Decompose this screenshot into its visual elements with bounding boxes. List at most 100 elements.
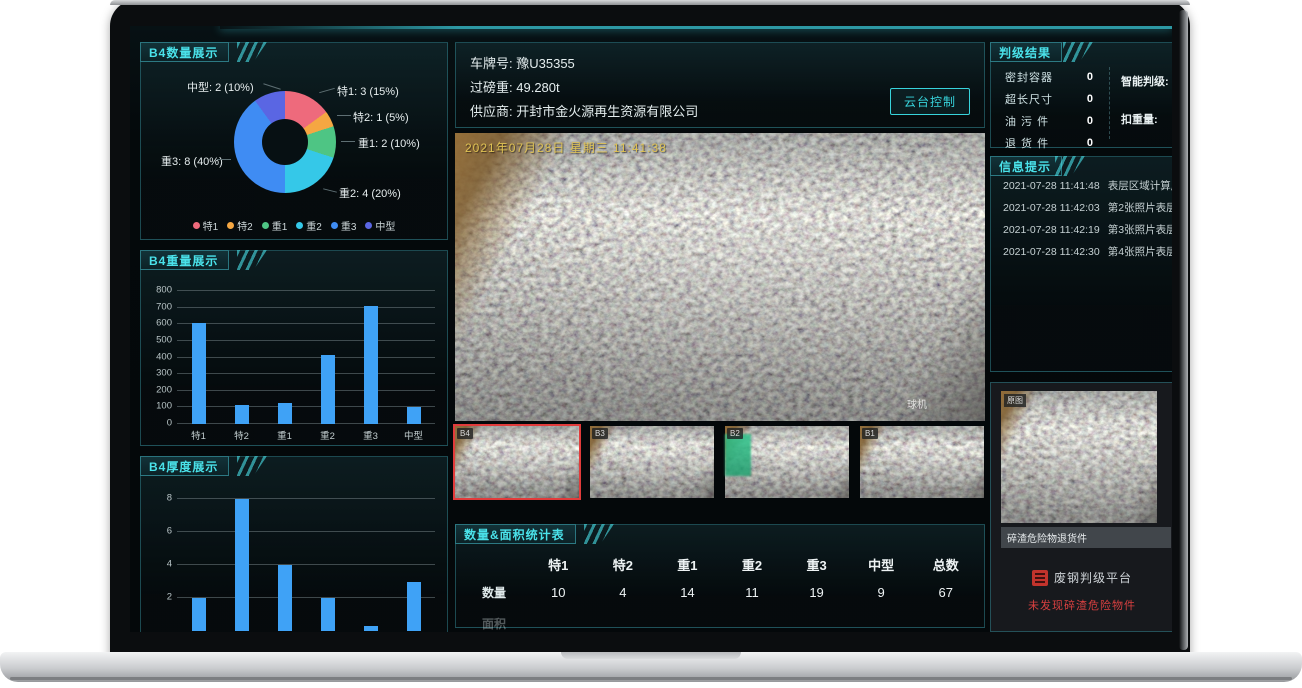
vehicle-supplier-row: 供应商: 开封市金火源再生资源有限公司	[470, 101, 698, 120]
quantity-donut-chart	[234, 91, 336, 193]
panel-title-decoration	[237, 42, 267, 62]
table-cell: 4	[591, 585, 656, 600]
donut-callout-zhong1: 重1: 2 (10%)	[358, 135, 420, 151]
table-cell: 19	[784, 585, 849, 600]
table-cell: 67	[913, 585, 978, 600]
y-tick-label: 700	[156, 301, 172, 312]
callout-line	[263, 83, 280, 90]
callout-line	[319, 88, 335, 93]
bar	[235, 405, 249, 424]
legend-dot-icon	[365, 222, 372, 229]
legend-label: 重3	[341, 218, 357, 233]
x-axis-labels: 特1特2重1重2重3中型	[177, 428, 435, 442]
thumbnail-image	[455, 426, 579, 498]
table-cell: 特2	[591, 555, 656, 574]
grading-row: 超长尺寸0	[1005, 91, 1093, 107]
thumbnail-badge: B3	[592, 428, 608, 439]
bar	[364, 306, 378, 424]
x-tick-label: 特2	[227, 428, 257, 442]
row-label: 数量	[462, 584, 526, 601]
stats-table-panel: 数量&面积统计表 特1特2重1重2重3中型总数数量104141119967面积	[455, 524, 985, 628]
grading-value: 0	[1067, 115, 1093, 127]
panel-title-decoration	[237, 456, 267, 476]
thumbnail-b2[interactable]: B2	[725, 426, 849, 498]
log-entry: 2021-07-28 11:42:03第2张照片表层开始计算	[1003, 197, 1172, 219]
y-tick-label: 100	[156, 401, 172, 412]
greenscreen-patch	[725, 434, 751, 476]
legend-item[interactable]: 重1	[262, 218, 288, 233]
x-tick-label: 重3	[356, 428, 386, 442]
thickness-panel: B4厚度展示 2468	[140, 456, 448, 632]
table-cell: 10	[526, 585, 591, 600]
thumbnail-b3[interactable]: B3	[590, 426, 714, 498]
table-cell: 14	[655, 585, 720, 600]
bar	[192, 598, 206, 631]
callout-line	[323, 188, 337, 192]
thumbnail-b1[interactable]: B1	[860, 426, 984, 498]
photo-shading	[455, 133, 985, 421]
grading-value: 0	[1067, 93, 1093, 105]
y-tick-label: 800	[156, 285, 172, 296]
grading-label: 油 污 件	[1005, 113, 1067, 129]
thumbnail-badge: B1	[862, 428, 878, 439]
y-tick-label: 300	[156, 368, 172, 379]
y-tick-label: 6	[167, 526, 172, 537]
vehicle-plate-row: 车牌号: 豫U35355	[470, 53, 575, 72]
supplier-value: 开封市金火源再生资源有限公司	[516, 104, 698, 119]
grading-row: 油 污 件0	[1005, 113, 1093, 129]
laptop-base	[0, 652, 1302, 682]
grading-divider	[1109, 67, 1110, 139]
bar	[278, 565, 292, 631]
image-timestamp: 2021年07月28日 星期三 11:41:38	[465, 139, 667, 156]
table-cell: 特1	[526, 555, 591, 574]
plate-label: 车牌号:	[470, 56, 513, 71]
row-label: 面积	[462, 615, 526, 632]
x-tick-label: 中型	[399, 428, 429, 442]
grading-label: 密封容器	[1005, 69, 1067, 85]
thickness-bar-chart: 2468	[177, 499, 435, 631]
donut-callout-zhong2: 重2: 4 (20%)	[339, 185, 401, 201]
log-entry: 2021-07-28 11:42:19第3张照片表层开始计算	[1003, 219, 1172, 241]
bar	[364, 626, 378, 631]
legend-item[interactable]: 重2	[296, 218, 322, 233]
x-tick-label: 重2	[313, 428, 343, 442]
legend-item[interactable]: 特2	[227, 218, 253, 233]
ptz-control-button[interactable]: 云台控制	[890, 88, 970, 115]
bar-series	[177, 291, 435, 424]
photo-shading	[860, 426, 984, 498]
donut-callout-zhong3: 重3: 8 (40%)	[161, 153, 223, 169]
log-message: 第4张照片表层开始计算	[1108, 241, 1172, 263]
camera-label: 球机	[907, 396, 927, 411]
legend-dot-icon	[331, 222, 338, 229]
y-tick-label: 600	[156, 318, 172, 329]
bar	[235, 499, 249, 631]
legend-dot-icon	[193, 222, 200, 229]
legend-item[interactable]: 中型	[365, 218, 395, 233]
legend-item[interactable]: 特1	[193, 218, 219, 233]
legend-dot-icon	[296, 222, 303, 229]
main-camera-image: 2021年07月28日 星期三 11:41:38 球机	[455, 133, 985, 421]
log-message: 第2张照片表层开始计算	[1108, 197, 1172, 219]
grading-label: 超长尺寸	[1005, 91, 1067, 107]
detection-image: 原图	[1001, 391, 1157, 523]
grading-panel-title: 判级结果	[990, 42, 1062, 62]
table-cell: 重1	[655, 555, 720, 574]
grading-value: 0	[1067, 71, 1093, 83]
log-time: 2021-07-28 11:41:48	[1003, 175, 1100, 197]
grading-label: 退 货 件	[1005, 135, 1067, 151]
table-row: 面积	[462, 615, 978, 632]
y-tick-label: 2	[167, 592, 172, 603]
vehicle-info-panel: 车牌号: 豫U35355 过磅重: 49.280t 供应商: 开封市金火源再生资…	[455, 42, 985, 128]
table-cell: 中型	[849, 555, 914, 574]
log-message: 表层区域计算成功	[1108, 175, 1172, 197]
log-list: 2021-07-28 11:41:48表层区域计算成功2021-07-28 11…	[1003, 175, 1172, 263]
thumbnail-b4[interactable]: B4	[455, 426, 579, 498]
grading-extra-label: 扣重量:	[1121, 111, 1169, 127]
table-cell: 重3	[784, 555, 849, 574]
legend-item[interactable]: 重3	[331, 218, 357, 233]
legend-label: 特2	[237, 218, 253, 233]
bar	[321, 598, 335, 631]
log-message: 第3张照片表层开始计算	[1108, 219, 1172, 241]
y-tick-label: 200	[156, 384, 172, 395]
brand-name: 废钢判级平台	[1054, 569, 1132, 586]
